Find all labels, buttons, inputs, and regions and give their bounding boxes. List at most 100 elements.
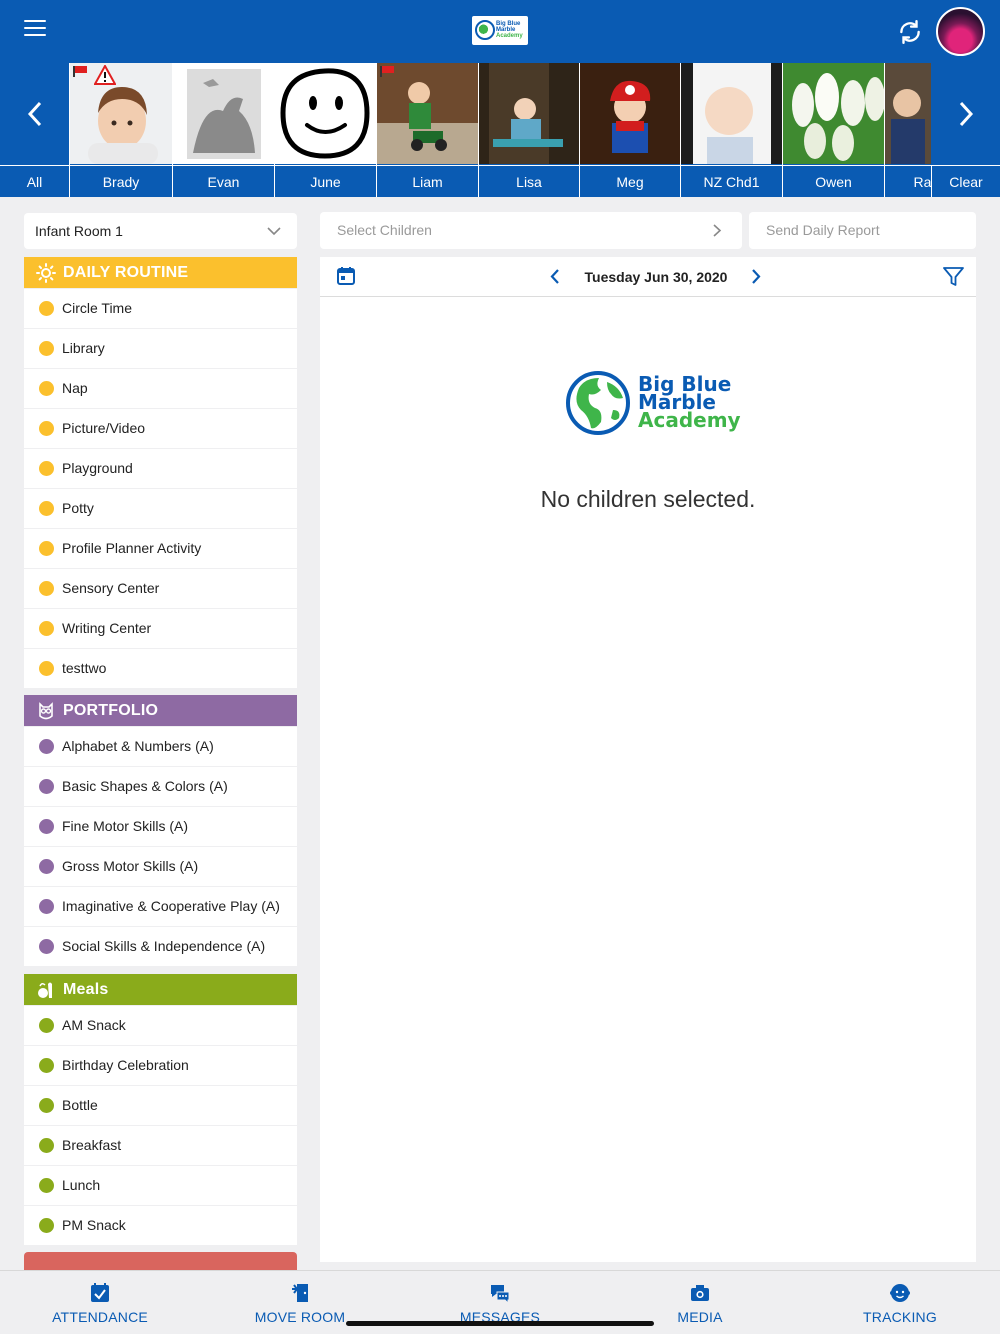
child-nz-chd1[interactable]: NZ Chd1 [680, 63, 782, 197]
item-label: AM Snack [62, 1017, 126, 1033]
status-dot [39, 819, 54, 834]
filter-icon[interactable] [943, 266, 964, 287]
child-owen[interactable]: Owen [782, 63, 884, 197]
item-label: Sensory Center [62, 580, 160, 596]
logo-line-3: Academy [638, 408, 741, 432]
item-label: Picture/Video [62, 420, 146, 436]
top-app-bar: Big Blue Marble Academy [0, 0, 1000, 63]
room-dropdown[interactable]: Infant Room 1 [24, 213, 297, 249]
child-name: Ra [885, 165, 931, 197]
clear-selection-button[interactable]: Clear [931, 165, 1000, 197]
section-portfolio[interactable]: PORTFOLIO [24, 695, 297, 726]
status-dot [39, 1218, 54, 1233]
status-dot [39, 581, 54, 596]
select-all-button[interactable]: All [0, 165, 69, 197]
routine-item[interactable]: Nap [24, 369, 297, 408]
child-ra[interactable]: Ra [884, 63, 931, 197]
child-photo [580, 63, 680, 164]
child-photo [681, 63, 782, 164]
routine-item[interactable]: Potty [24, 489, 297, 528]
previous-day-icon[interactable] [549, 268, 561, 285]
item-label: Imaginative & Cooperative Play (A) [62, 898, 280, 914]
chat-icon [491, 1285, 510, 1304]
logo-text: Big Blue Marble Academy [496, 21, 523, 39]
status-dot [39, 779, 54, 794]
user-avatar[interactable] [936, 7, 985, 56]
empty-state-message: No children selected. [540, 486, 756, 512]
child-photo [783, 63, 884, 164]
meal-item[interactable]: Bottle [24, 1086, 297, 1125]
meal-item[interactable]: PM Snack [24, 1206, 297, 1245]
meal-item[interactable]: Lunch [24, 1166, 297, 1205]
app-logo: Big Blue Marble Academy [472, 16, 528, 45]
next-day-icon[interactable] [750, 268, 762, 285]
portfolio-item[interactable]: Basic Shapes & Colors (A) [24, 767, 297, 806]
strip-prev-button[interactable] [0, 63, 69, 164]
status-dot [39, 421, 54, 436]
next-section-header[interactable] [24, 1252, 297, 1270]
section-title: DAILY ROUTINE [63, 264, 189, 281]
routine-item[interactable]: Picture/Video [24, 409, 297, 448]
select-children-placeholder: Select Children [337, 222, 432, 238]
portfolio-item[interactable]: Imaginative & Cooperative Play (A) [24, 887, 297, 926]
date-bar: Tuesday Jun 30, 2020 [320, 257, 976, 297]
tab-attendance[interactable]: ATTENDANCE [0, 1271, 200, 1334]
item-label: Bottle [62, 1097, 98, 1113]
child-evan[interactable]: Evan [172, 63, 274, 197]
child-name: Meg [580, 165, 680, 197]
item-label: PM Snack [62, 1217, 126, 1233]
strip-next-button[interactable] [931, 63, 1000, 164]
child-meg[interactable]: Meg [579, 63, 680, 197]
portfolio-item[interactable]: Alphabet & Numbers (A) [24, 727, 297, 766]
flag-icon [380, 66, 394, 77]
food-icon [38, 982, 52, 998]
child-liam[interactable]: Liam [376, 63, 478, 197]
tab-tracking[interactable]: TRACKING [800, 1271, 1000, 1334]
meal-item[interactable]: Birthday Celebration [24, 1046, 297, 1085]
camera-icon [691, 1285, 709, 1301]
item-label: Lunch [62, 1177, 101, 1193]
item-label: Library [62, 340, 105, 356]
routine-item[interactable]: testtwo [24, 649, 297, 688]
status-dot [39, 541, 54, 556]
item-label: Fine Motor Skills (A) [62, 818, 189, 834]
status-dot [39, 1058, 54, 1073]
child-june[interactable]: June [274, 63, 376, 197]
meal-item[interactable]: Breakfast [24, 1126, 297, 1165]
refresh-icon[interactable] [897, 19, 923, 45]
child-photo [173, 63, 274, 164]
routine-item[interactable]: Playground [24, 449, 297, 488]
meal-item[interactable]: AM Snack [24, 1006, 297, 1045]
calendar-check-icon [91, 1283, 109, 1302]
status-dot [39, 461, 54, 476]
child-name: Owen [783, 165, 884, 197]
status-dot [39, 1138, 54, 1153]
routine-item[interactable]: Profile Planner Activity [24, 529, 297, 568]
routine-item[interactable]: Library [24, 329, 297, 368]
door-icon [292, 1284, 308, 1302]
routine-item[interactable]: Circle Time [24, 289, 297, 328]
portfolio-item[interactable]: Social Skills & Independence (A) [24, 927, 297, 966]
portfolio-item[interactable]: Gross Motor Skills (A) [24, 847, 297, 886]
child-lisa[interactable]: Lisa [478, 63, 579, 197]
routine-item[interactable]: Sensory Center [24, 569, 297, 608]
hamburger-icon[interactable] [24, 20, 46, 38]
section-meals[interactable]: Meals [24, 974, 297, 1005]
calendar-icon[interactable] [336, 266, 356, 286]
child-brady[interactable]: Brady [69, 63, 172, 197]
status-dot [39, 501, 54, 516]
portfolio-item[interactable]: Fine Motor Skills (A) [24, 807, 297, 846]
owl-icon [39, 702, 53, 720]
select-children-field[interactable]: Select Children [320, 212, 742, 249]
sun-icon [36, 263, 56, 283]
child-name: Evan [173, 165, 274, 197]
chevron-right-icon [959, 101, 973, 126]
send-daily-report-button[interactable]: Send Daily Report [749, 212, 976, 249]
item-label: Writing Center [62, 620, 152, 636]
section-daily-routine[interactable]: DAILY ROUTINE [24, 257, 297, 288]
chevron-down-icon [267, 227, 281, 236]
routine-item[interactable]: Writing Center [24, 609, 297, 648]
child-photo [275, 63, 376, 164]
current-date: Tuesday Jun 30, 2020 [584, 269, 728, 285]
item-label: Potty [62, 500, 94, 516]
